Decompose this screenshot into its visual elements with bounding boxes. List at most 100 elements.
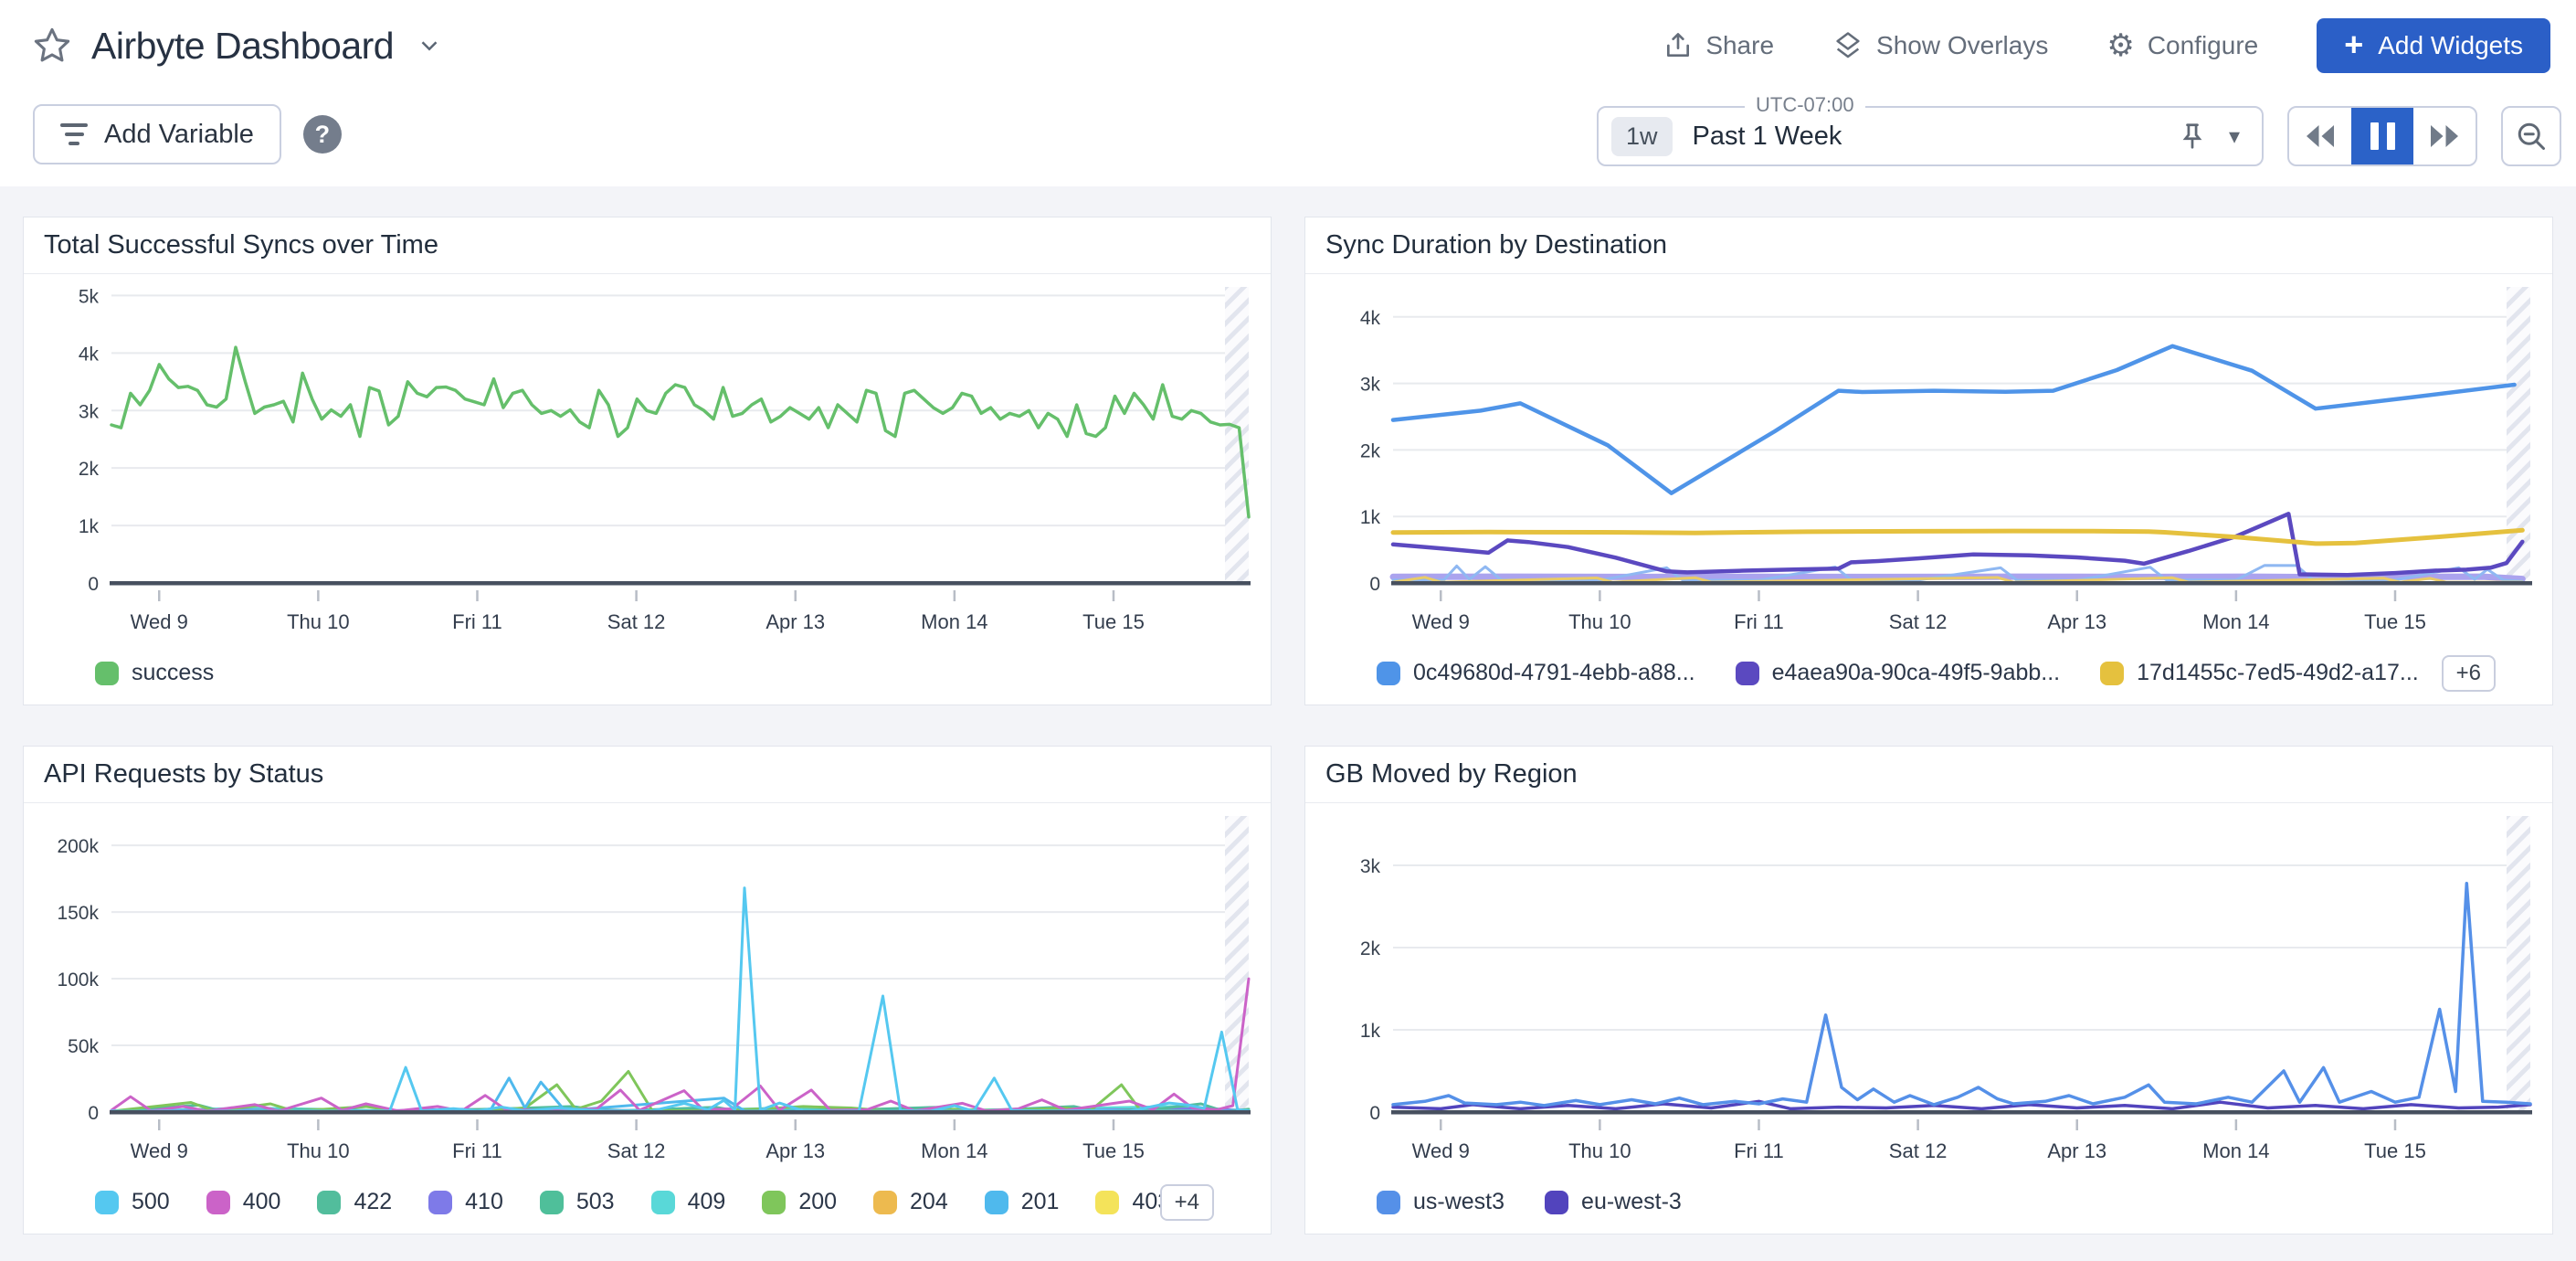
legend-item[interactable]: 500 bbox=[95, 1189, 170, 1215]
x-tick-label: Tue 15 bbox=[2364, 1139, 2426, 1162]
x-axis-baseline bbox=[110, 581, 1251, 586]
widget-title: GB Moved by Region bbox=[1325, 759, 1578, 789]
star-icon[interactable] bbox=[31, 25, 73, 67]
y-tick-label: 1k bbox=[1360, 1021, 1381, 1042]
overlays-icon bbox=[1832, 30, 1863, 61]
pause-icon bbox=[2370, 122, 2395, 150]
legend-overflow-badge[interactable]: +6 bbox=[2442, 655, 2496, 692]
legend-item[interactable]: success bbox=[95, 660, 214, 686]
legend-item[interactable]: 201 bbox=[985, 1189, 1060, 1215]
series-line-us-west3[interactable] bbox=[1393, 884, 2530, 1106]
widget-api-requests: API Requests by Status 050k100k150k200kW… bbox=[23, 746, 1272, 1235]
legend-item[interactable]: 0c49680d-4791-4ebb-a88... bbox=[1377, 660, 1695, 686]
legend-item[interactable]: 204 bbox=[873, 1189, 948, 1215]
x-tick-label: Apr 13 bbox=[765, 1139, 825, 1162]
legend-item[interactable]: us-west3 bbox=[1377, 1189, 1504, 1215]
widget-sync-duration: Sync Duration by Destination 01k2k3k4kWe… bbox=[1304, 217, 2553, 705]
legend-item[interactable]: 400 bbox=[206, 1189, 281, 1215]
help-icon[interactable]: ? bbox=[303, 115, 342, 154]
x-tick-label: Wed 9 bbox=[1412, 1139, 1470, 1162]
chart-total-successful-syncs[interactable]: 01k2k3k4k5kWed 9Thu 10Fri 11Sat 12Apr 13… bbox=[24, 274, 1272, 640]
add-variable-button[interactable]: Add Variable bbox=[33, 104, 281, 164]
legend-overflow-badge[interactable]: +4 bbox=[1160, 1184, 1214, 1221]
pin-icon[interactable] bbox=[2180, 122, 2205, 150]
time-range-picker[interactable]: UTC-07:00 1w Past 1 Week ▾ bbox=[1597, 106, 2264, 166]
legend-swatch bbox=[95, 662, 119, 685]
x-tick-label: Mon 14 bbox=[2202, 1139, 2269, 1162]
chart-canvas[interactable]: 050k100k150k200kWed 9Thu 10Fri 11Sat 12A… bbox=[24, 803, 1272, 1169]
chart-canvas[interactable]: 01k2k3kWed 9Thu 10Fri 11Sat 12Apr 13Mon … bbox=[1305, 803, 2554, 1169]
series-line-500[interactable] bbox=[111, 888, 1249, 1112]
future-hatch bbox=[2507, 816, 2530, 1112]
legend-item[interactable]: 200 bbox=[762, 1189, 837, 1215]
legend-item[interactable]: 503 bbox=[540, 1189, 615, 1215]
y-tick-label: 0 bbox=[88, 1103, 99, 1124]
add-widgets-button[interactable]: + Add Widgets bbox=[2317, 18, 2550, 73]
legend-item[interactable]: 410 bbox=[428, 1189, 503, 1215]
configure-button[interactable]: ⚙ Configure bbox=[2106, 30, 2258, 61]
legend-swatch bbox=[95, 1191, 119, 1214]
y-tick-label: 3k bbox=[79, 401, 100, 422]
legend-swatch bbox=[1377, 662, 1400, 685]
legend-item[interactable]: e4aea90a-90ca-49f5-9abb... bbox=[1736, 660, 2061, 686]
legend-label: us-west3 bbox=[1413, 1189, 1504, 1215]
gear-icon: ⚙ bbox=[2106, 30, 2134, 61]
y-tick-label: 1k bbox=[1360, 507, 1381, 528]
y-tick-label: 3k bbox=[1360, 375, 1381, 396]
legend-swatch bbox=[1545, 1191, 1568, 1214]
chart-sync-duration[interactable]: 01k2k3k4kWed 9Thu 10Fri 11Sat 12Apr 13Mo… bbox=[1305, 274, 2554, 640]
legend-swatch bbox=[1736, 662, 1759, 685]
zoom-out-button[interactable] bbox=[2501, 106, 2561, 166]
y-tick-label: 2k bbox=[79, 459, 100, 480]
legend-item[interactable]: eu-west-3 bbox=[1545, 1189, 1682, 1215]
x-tick-label: Mon 14 bbox=[921, 610, 987, 633]
share-icon bbox=[1663, 31, 1693, 60]
legend-label: 410 bbox=[465, 1189, 503, 1215]
chart-legend: 500400422410503409200204201403+4 bbox=[24, 1169, 1272, 1235]
legend-item[interactable]: 409 bbox=[651, 1189, 726, 1215]
zoom-out-icon bbox=[2515, 120, 2548, 153]
timezone-label: UTC-07:00 bbox=[1745, 93, 1865, 117]
legend-label: 0c49680d-4791-4ebb-a88... bbox=[1413, 660, 1695, 686]
series-line-dest-yellow[interactable] bbox=[1393, 530, 2522, 544]
legend-label: success bbox=[132, 660, 214, 686]
legend-label: 500 bbox=[132, 1189, 170, 1215]
page-title[interactable]: Airbyte Dashboard bbox=[91, 25, 394, 68]
x-tick-label: Fri 11 bbox=[1734, 1139, 1784, 1162]
chevron-down-icon[interactable] bbox=[416, 32, 443, 59]
y-tick-label: 150k bbox=[57, 903, 99, 924]
legend-swatch bbox=[1377, 1191, 1400, 1214]
x-tick-label: Sat 12 bbox=[607, 1139, 666, 1162]
time-pause-button[interactable] bbox=[2351, 108, 2413, 164]
x-tick-label: Apr 13 bbox=[765, 610, 825, 633]
time-forward-button[interactable] bbox=[2413, 108, 2476, 164]
legend-swatch bbox=[873, 1191, 897, 1214]
legend-label: 400 bbox=[243, 1189, 281, 1215]
time-range-chip[interactable]: 1w bbox=[1611, 117, 1673, 156]
y-tick-label: 50k bbox=[68, 1036, 99, 1057]
chart-gb-moved[interactable]: 01k2k3kWed 9Thu 10Fri 11Sat 12Apr 13Mon … bbox=[1305, 803, 2554, 1169]
x-tick-label: Thu 10 bbox=[287, 610, 350, 633]
x-tick-label: Mon 14 bbox=[2202, 610, 2269, 633]
show-overlays-button[interactable]: Show Overlays bbox=[1832, 30, 2048, 61]
y-tick-label: 2k bbox=[1360, 440, 1381, 461]
chart-legend: 0c49680d-4791-4ebb-a88... e4aea90a-90ca-4… bbox=[1305, 640, 2554, 706]
series-line-dest-blue[interactable] bbox=[1393, 346, 2515, 493]
share-button[interactable]: Share bbox=[1663, 31, 1774, 60]
legend-label: 201 bbox=[1021, 1189, 1060, 1215]
caret-down-icon[interactable]: ▾ bbox=[2229, 123, 2240, 150]
top-bar: Airbyte Dashboard Share Show Overlays bbox=[0, 0, 2576, 91]
chart-canvas[interactable]: 01k2k3k4kWed 9Thu 10Fri 11Sat 12Apr 13Mo… bbox=[1305, 274, 2554, 640]
legend-swatch bbox=[2100, 662, 2124, 685]
legend-label: e4aea90a-90ca-49f5-9abb... bbox=[1772, 660, 2061, 686]
time-backward-button[interactable] bbox=[2289, 108, 2351, 164]
chart-api-requests[interactable]: 050k100k150k200kWed 9Thu 10Fri 11Sat 12A… bbox=[24, 803, 1272, 1169]
legend-item[interactable]: 422 bbox=[317, 1189, 392, 1215]
plus-icon: + bbox=[2344, 28, 2363, 61]
x-tick-label: Thu 10 bbox=[1568, 610, 1631, 633]
legend-swatch bbox=[540, 1191, 564, 1214]
legend-item[interactable]: 17d1455c-7ed5-49d2-a17... bbox=[2100, 660, 2419, 686]
chart-canvas[interactable]: 01k2k3k4k5kWed 9Thu 10Fri 11Sat 12Apr 13… bbox=[24, 274, 1272, 640]
filter-icon bbox=[60, 123, 88, 145]
series-line-success[interactable] bbox=[111, 347, 1249, 517]
